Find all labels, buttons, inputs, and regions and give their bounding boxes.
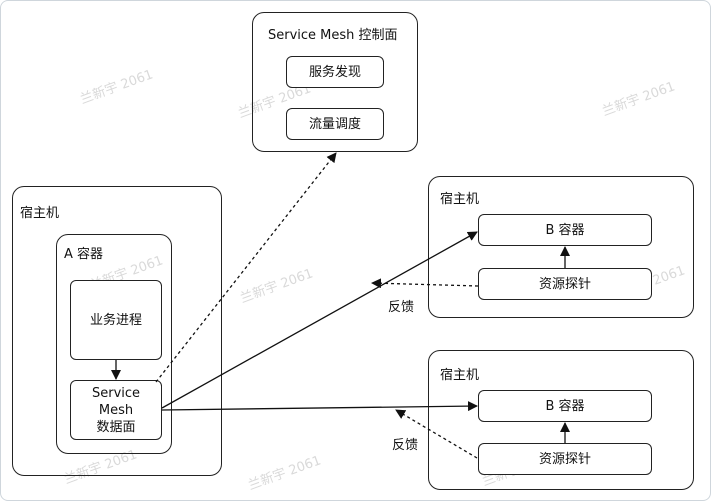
connectors <box>111 152 570 459</box>
edge-dataplane-to-control <box>155 152 337 383</box>
edge-dataplane-to-b-bottom <box>161 401 478 412</box>
edge-feedback-top <box>371 278 479 289</box>
edge-feedback-bottom <box>395 409 478 459</box>
edge-dataplane-to-b-top <box>161 231 478 409</box>
